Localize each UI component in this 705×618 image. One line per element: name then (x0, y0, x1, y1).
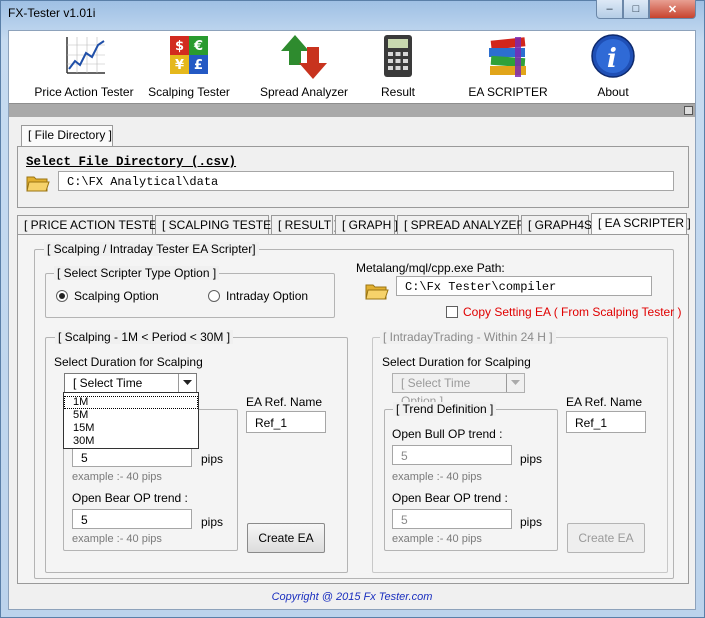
compiler-path-field[interactable]: C:\Fx Tester\compiler (396, 276, 652, 296)
info-icon: i (591, 34, 635, 78)
compiler-path-label: Metalang/mql/cpp.exe Path: (356, 261, 505, 275)
toolbar-spread-analyzer[interactable]: Spread Analyzer (259, 33, 349, 99)
radio-intraday-option[interactable]: Intraday Option (208, 289, 308, 303)
intraday-ea-ref-input[interactable]: Ref_1 (566, 411, 646, 433)
colored-books-icon (489, 37, 526, 77)
intraday-bull-hint: example :- 40 pips (392, 471, 482, 483)
bear-hint: example :- 40 pips (72, 533, 162, 545)
intraday-ea-ref-label: EA Ref. Name (566, 395, 643, 409)
bull-hint: example :- 40 pips (72, 471, 162, 483)
svg-text:€: € (193, 39, 203, 54)
radio-button[interactable] (208, 290, 220, 302)
calculator-icon (384, 35, 412, 77)
scripter-group-title: [ Scalping / Intraday Tester EA Scripter… (44, 242, 259, 256)
radio-button-selected[interactable] (56, 290, 68, 302)
line-chart-icon (66, 37, 105, 74)
intraday-bull-input[interactable]: 5 (392, 445, 512, 465)
toolbar-scalping-tester[interactable]: $ € ¥ £ Scalping Tester (145, 33, 233, 99)
file-directory-path-field[interactable]: C:\FX Analytical\data (58, 171, 674, 191)
toolbar-price-action-tester[interactable]: Price Action Tester (31, 33, 137, 99)
tab-graph4s[interactable]: [ GRAPH4S ] (521, 215, 599, 235)
svg-text:i: i (607, 44, 617, 74)
intraday-bear-hint: example :- 40 pips (392, 533, 482, 545)
scalping-group-title: [ Scalping - 1M < Period < 30M ] (55, 330, 234, 344)
scalping-duration-combo[interactable]: [ Select Time Option ] (64, 373, 197, 408)
ea-scripter-panel: [ Scalping / Intraday Tester EA Scripter… (17, 234, 689, 584)
dropdown-option[interactable]: 15M (64, 422, 198, 435)
scalping-create-ea-button[interactable]: Create EA (247, 523, 325, 553)
copy-setting-label: Copy Setting EA ( From Scalping Tester ) (463, 305, 682, 319)
toolbar-label: Result (380, 85, 415, 99)
copy-setting-checkbox[interactable]: Copy Setting EA ( From Scalping Tester ) (446, 305, 682, 319)
intraday-duration-label: Select Duration for Scalping (382, 355, 531, 369)
copyright-footer: Copyright @ 2015 Fx Tester.com (271, 591, 433, 603)
intraday-duration-combo[interactable]: [ Select Time Option ] (392, 373, 525, 408)
intraday-bear-label: Open Bear OP trend : (392, 491, 508, 505)
close-button[interactable]: ✕ (649, 0, 696, 19)
dropdown-option[interactable]: 5M (64, 409, 198, 422)
bear-pips-unit: pips (201, 515, 224, 529)
bear-trend-label: Open Bear OP trend : (72, 491, 188, 505)
toolbar: Price Action Tester $ € ¥ £ Scalping Tester… (9, 31, 695, 103)
svg-text:¥: ¥ (175, 58, 184, 73)
window-title: FX-Tester v1.01i (8, 6, 96, 20)
tab-result[interactable]: [ RESULT ] (271, 215, 338, 235)
toolbar-label: EA SCRIPTER (468, 85, 548, 99)
up-down-arrows-icon (281, 35, 327, 79)
bull-pips-unit: pips (201, 452, 224, 466)
dropdown-option[interactable]: 30M (64, 435, 198, 448)
radio-intraday-label: Intraday Option (226, 289, 309, 303)
scripter-type-title: [ Select Scripter Type Option ] (54, 266, 220, 280)
toolbar-result[interactable]: Result (365, 33, 431, 99)
radio-scalping-label: Scalping Option (74, 289, 159, 303)
toolbar-ea-scripter[interactable]: EA SCRIPTER (463, 33, 553, 99)
tab-price-action-tester[interactable]: [ PRICE ACTION TESTER ] (17, 215, 172, 235)
duration-dropdown-list: 1M 5M 15M 30M (63, 392, 199, 449)
dropdown-option[interactable]: 1M (64, 396, 198, 409)
chevron-down-icon[interactable] (178, 374, 196, 392)
intraday-bear-input[interactable]: 5 (392, 509, 512, 529)
svg-text:$: $ (175, 39, 184, 54)
tab-scalping-tester[interactable]: [ SCALPING TESTER ] (155, 215, 286, 235)
intraday-create-ea-button[interactable]: Create EA (567, 523, 645, 553)
open-folder-icon[interactable] (26, 173, 50, 196)
file-directory-heading: Select File Directory (.csv) (26, 155, 237, 169)
resize-grip-icon[interactable] (684, 106, 693, 115)
tab-spread-analyzer[interactable]: [ SPREAD ANALYZER ] (397, 215, 532, 235)
toolbar-label: Price Action Tester (34, 85, 134, 99)
chevron-down-icon[interactable] (506, 374, 524, 392)
maximize-button[interactable]: □ (623, 0, 649, 19)
intraday-bull-pips: pips (520, 452, 543, 466)
toolbar-label: Scalping Tester (148, 85, 230, 99)
toolbar-splitter[interactable] (9, 103, 695, 117)
bull-trend-input[interactable]: 5 (72, 447, 192, 467)
intraday-bear-pips: pips (520, 515, 543, 529)
minimize-button[interactable]: – (596, 0, 623, 19)
checkbox[interactable] (446, 306, 458, 318)
bear-trend-input[interactable]: 5 (72, 509, 192, 529)
radio-scalping-option[interactable]: Scalping Option (56, 289, 159, 303)
client-area: Price Action Tester $ € ¥ £ Scalping Tester… (8, 30, 696, 610)
compiler-folder-icon[interactable] (365, 281, 389, 304)
scalping-duration-label: Select Duration for Scalping (54, 355, 203, 369)
toolbar-label: Spread Analyzer (259, 85, 349, 99)
scalping-ea-ref-label: EA Ref. Name (246, 395, 323, 409)
scalping-ea-ref-input[interactable]: Ref_1 (246, 411, 326, 433)
intraday-trend-title: [ Trend Definition ] (393, 402, 497, 416)
toolbar-about[interactable]: i About (583, 33, 643, 99)
tab-file-directory[interactable]: [ File Directory ] (21, 125, 113, 147)
tab-graph[interactable]: [ GRAPH ] (335, 215, 398, 235)
intraday-bull-label: Open Bull OP trend : (392, 427, 503, 441)
file-directory-panel: Select File Directory (.csv) C:\FX Analy… (17, 146, 689, 208)
toolbar-label: About (597, 85, 629, 99)
currency-puzzle-icon: $ € ¥ £ (170, 36, 208, 74)
tab-ea-scripter[interactable]: [ EA SCRIPTER ] (591, 213, 691, 235)
intraday-group-title: [ IntradayTrading - Within 24 H ] (380, 330, 556, 344)
svg-text:£: £ (194, 58, 203, 73)
